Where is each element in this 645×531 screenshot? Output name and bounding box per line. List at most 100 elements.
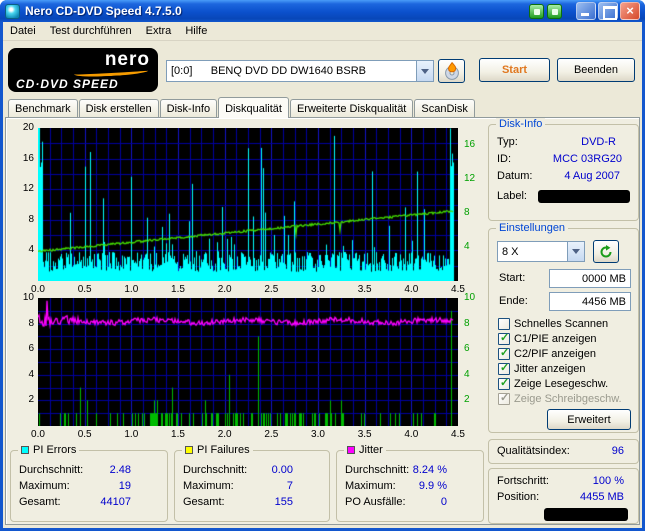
maximize-button[interactable]	[598, 2, 618, 20]
checkbox-c1-pie[interactable]: C1/PIE anzeigen	[498, 331, 622, 345]
titlebar-chart-icon[interactable]	[547, 3, 562, 19]
disk-info-row-label: Label:	[497, 189, 630, 203]
menu-test-durchfuehren[interactable]: Test durchführen	[43, 23, 139, 39]
quality-index-row: Qualitätsindex: 96	[497, 444, 630, 458]
minimize-button[interactable]	[576, 2, 596, 20]
checkbox-icon[interactable]	[498, 317, 510, 330]
tab-disk-erstellen[interactable]: Disk erstellen	[78, 99, 159, 118]
progress-label: Fortschritt:	[497, 475, 549, 487]
start-field-label: Start:	[499, 272, 526, 284]
checkbox-label: Zeige Schreibgeschw.	[514, 392, 622, 405]
stat-label: Maximum:	[345, 480, 396, 492]
refresh-button[interactable]	[593, 240, 619, 263]
progress-row: Fortschritt: 100 %	[497, 474, 630, 488]
disk-info-label: Typ:	[497, 136, 518, 148]
start-field-value: 0000 MB	[581, 272, 626, 285]
end-field[interactable]: 4456 MB	[549, 292, 631, 311]
axis-tick-label: 4	[464, 368, 470, 380]
stat-label: PO Ausfälle:	[345, 496, 406, 508]
checkbox-icon[interactable]	[498, 361, 510, 375]
checkbox-lesegeschw[interactable]: Zeige Lesegeschw.	[498, 376, 622, 390]
checkbox-label: Schnelles Scannen	[514, 317, 609, 330]
label-redacted-bar	[538, 189, 630, 203]
checkbox-stack: Schnelles Scannen C1/PIE anzeigen C2/PIF…	[498, 317, 622, 405]
axis-tick-label: 2.5	[264, 429, 279, 440]
axis-tick-label: 6	[28, 343, 34, 355]
stat-label: Maximum:	[19, 480, 70, 492]
drive-select[interactable]: [0:0] BENQ DVD DD DW1640 BSRB	[166, 60, 434, 82]
titlebar-disc-icon[interactable]	[529, 3, 544, 19]
axis-tick-label: 16	[22, 152, 34, 164]
axis-tick-label: 0.5	[77, 429, 92, 440]
stat-value: 9.9 %	[418, 480, 447, 492]
stat-value: 19	[118, 480, 131, 492]
jitter-pif-chart	[38, 298, 458, 426]
close-button[interactable]: ×	[620, 2, 640, 20]
axis-tick-label: 3.5	[357, 429, 372, 440]
tab-strip: Benchmark Disk erstellen Disk-Info Diskq…	[8, 97, 476, 118]
quality-index-group: Qualitätsindex: 96	[488, 439, 639, 464]
axis-tick-label: 4	[464, 241, 470, 252]
tab-diskqualitaet[interactable]: Diskqualität	[218, 97, 289, 118]
tab-scandisk[interactable]: ScanDisk	[414, 99, 475, 118]
checkbox-jitter[interactable]: Jitter anzeigen	[498, 361, 622, 375]
chevron-down-icon[interactable]	[416, 61, 433, 81]
stat-value: 44107	[100, 496, 131, 508]
axis-tick-label: 2	[464, 394, 470, 406]
nero-logo: nero CD·DVD SPEED	[8, 48, 158, 92]
checkbox-label: Jitter anzeigen	[514, 362, 586, 375]
drive-select-value: [0:0] BENQ DVD DD DW1640 BSRB	[171, 65, 367, 77]
checkbox-schreibgeschw: Zeige Schreibgeschw.	[498, 391, 622, 405]
axis-tick-label: 8	[28, 317, 34, 329]
start-field[interactable]: 0000 MB	[549, 269, 631, 288]
checkbox-c2-pif[interactable]: C2/PIF anzeigen	[498, 346, 622, 360]
stat-value: 7	[286, 480, 293, 492]
menu-datei[interactable]: Datei	[3, 23, 43, 39]
stat-label: Durchschnitt:	[183, 464, 248, 476]
position-row: Position: 4455 MB	[497, 490, 630, 504]
axis-tick-label: 10	[22, 292, 34, 303]
window-body: Datei Test durchführen Extra Hilfe nero …	[3, 22, 642, 528]
checkbox-icon[interactable]	[498, 346, 510, 360]
checkbox-icon[interactable]	[498, 331, 510, 345]
pi-failures-legend-icon	[185, 446, 193, 454]
disk-info-label: Datum:	[497, 170, 533, 182]
checkbox-label: C1/PIE anzeigen	[514, 332, 597, 345]
app-window: Nero CD-DVD Speed 4.7.5.0 × Datei Test d…	[0, 0, 645, 531]
start-button[interactable]: Start	[479, 58, 550, 82]
disk-info-label: ID:	[497, 153, 512, 165]
axis-tick-label: 1.0	[124, 284, 139, 295]
menu-extra[interactable]: Extra	[139, 23, 179, 39]
menu-hilfe[interactable]: Hilfe	[178, 23, 214, 39]
pi-errors-legend-icon	[21, 446, 29, 454]
speed-select[interactable]: 8 X	[497, 241, 585, 262]
tab-disk-info[interactable]: Disk-Info	[159, 99, 218, 118]
axis-tick-label: 4.0	[404, 429, 419, 440]
tab-erweiterte-diskqualitaet[interactable]: Erweiterte Diskqualität	[289, 99, 414, 118]
stat-value: 0.00	[271, 464, 293, 476]
axis-tick-label: 4	[28, 244, 34, 256]
tab-benchmark[interactable]: Benchmark	[8, 99, 78, 118]
chevron-down-icon[interactable]	[567, 242, 584, 261]
disk-info-value: MCC 03RG20	[552, 153, 622, 165]
disk-info-group: Disk-Info Typ: DVD-R ID: MCC 03RG20 Datu…	[488, 118, 639, 221]
axis-tick-label: 12	[22, 183, 34, 195]
end-field-label: Ende:	[499, 295, 528, 307]
stat-value: 8.24 %	[412, 464, 447, 476]
title-bar[interactable]: Nero CD-DVD Speed 4.7.5.0 ×	[0, 0, 645, 22]
end-field-value: 4456 MB	[581, 295, 626, 308]
jitter-group: Jitter Durchschnitt: 8.24 % Maximum: 9.9 %…	[336, 444, 484, 522]
checkbox-schnelles-scannen[interactable]: Schnelles Scannen	[498, 317, 622, 330]
settings-title: Einstellungen	[496, 222, 569, 234]
axis-tick-label: 6	[464, 343, 470, 355]
axis-tick-label: 3.5	[357, 284, 372, 295]
settings-group: Einstellungen 8 X Start: 0000 MB Ende: 4…	[488, 222, 639, 433]
advanced-button[interactable]: Erweitert	[547, 409, 631, 430]
axis-tick-label: 4.0	[404, 284, 419, 295]
stat-label: Durchschnitt:	[345, 464, 410, 476]
axis-tick-label: 3.0	[311, 284, 325, 295]
top-chart-x-axis: 0.0 0.5 1.0 1.5 2.0 2.5 3.0 3.5 4.0 4.5	[31, 284, 465, 296]
checkbox-icon[interactable]	[498, 376, 510, 390]
quit-button[interactable]: Beenden	[557, 58, 635, 82]
burn-speed-button[interactable]	[438, 59, 465, 83]
